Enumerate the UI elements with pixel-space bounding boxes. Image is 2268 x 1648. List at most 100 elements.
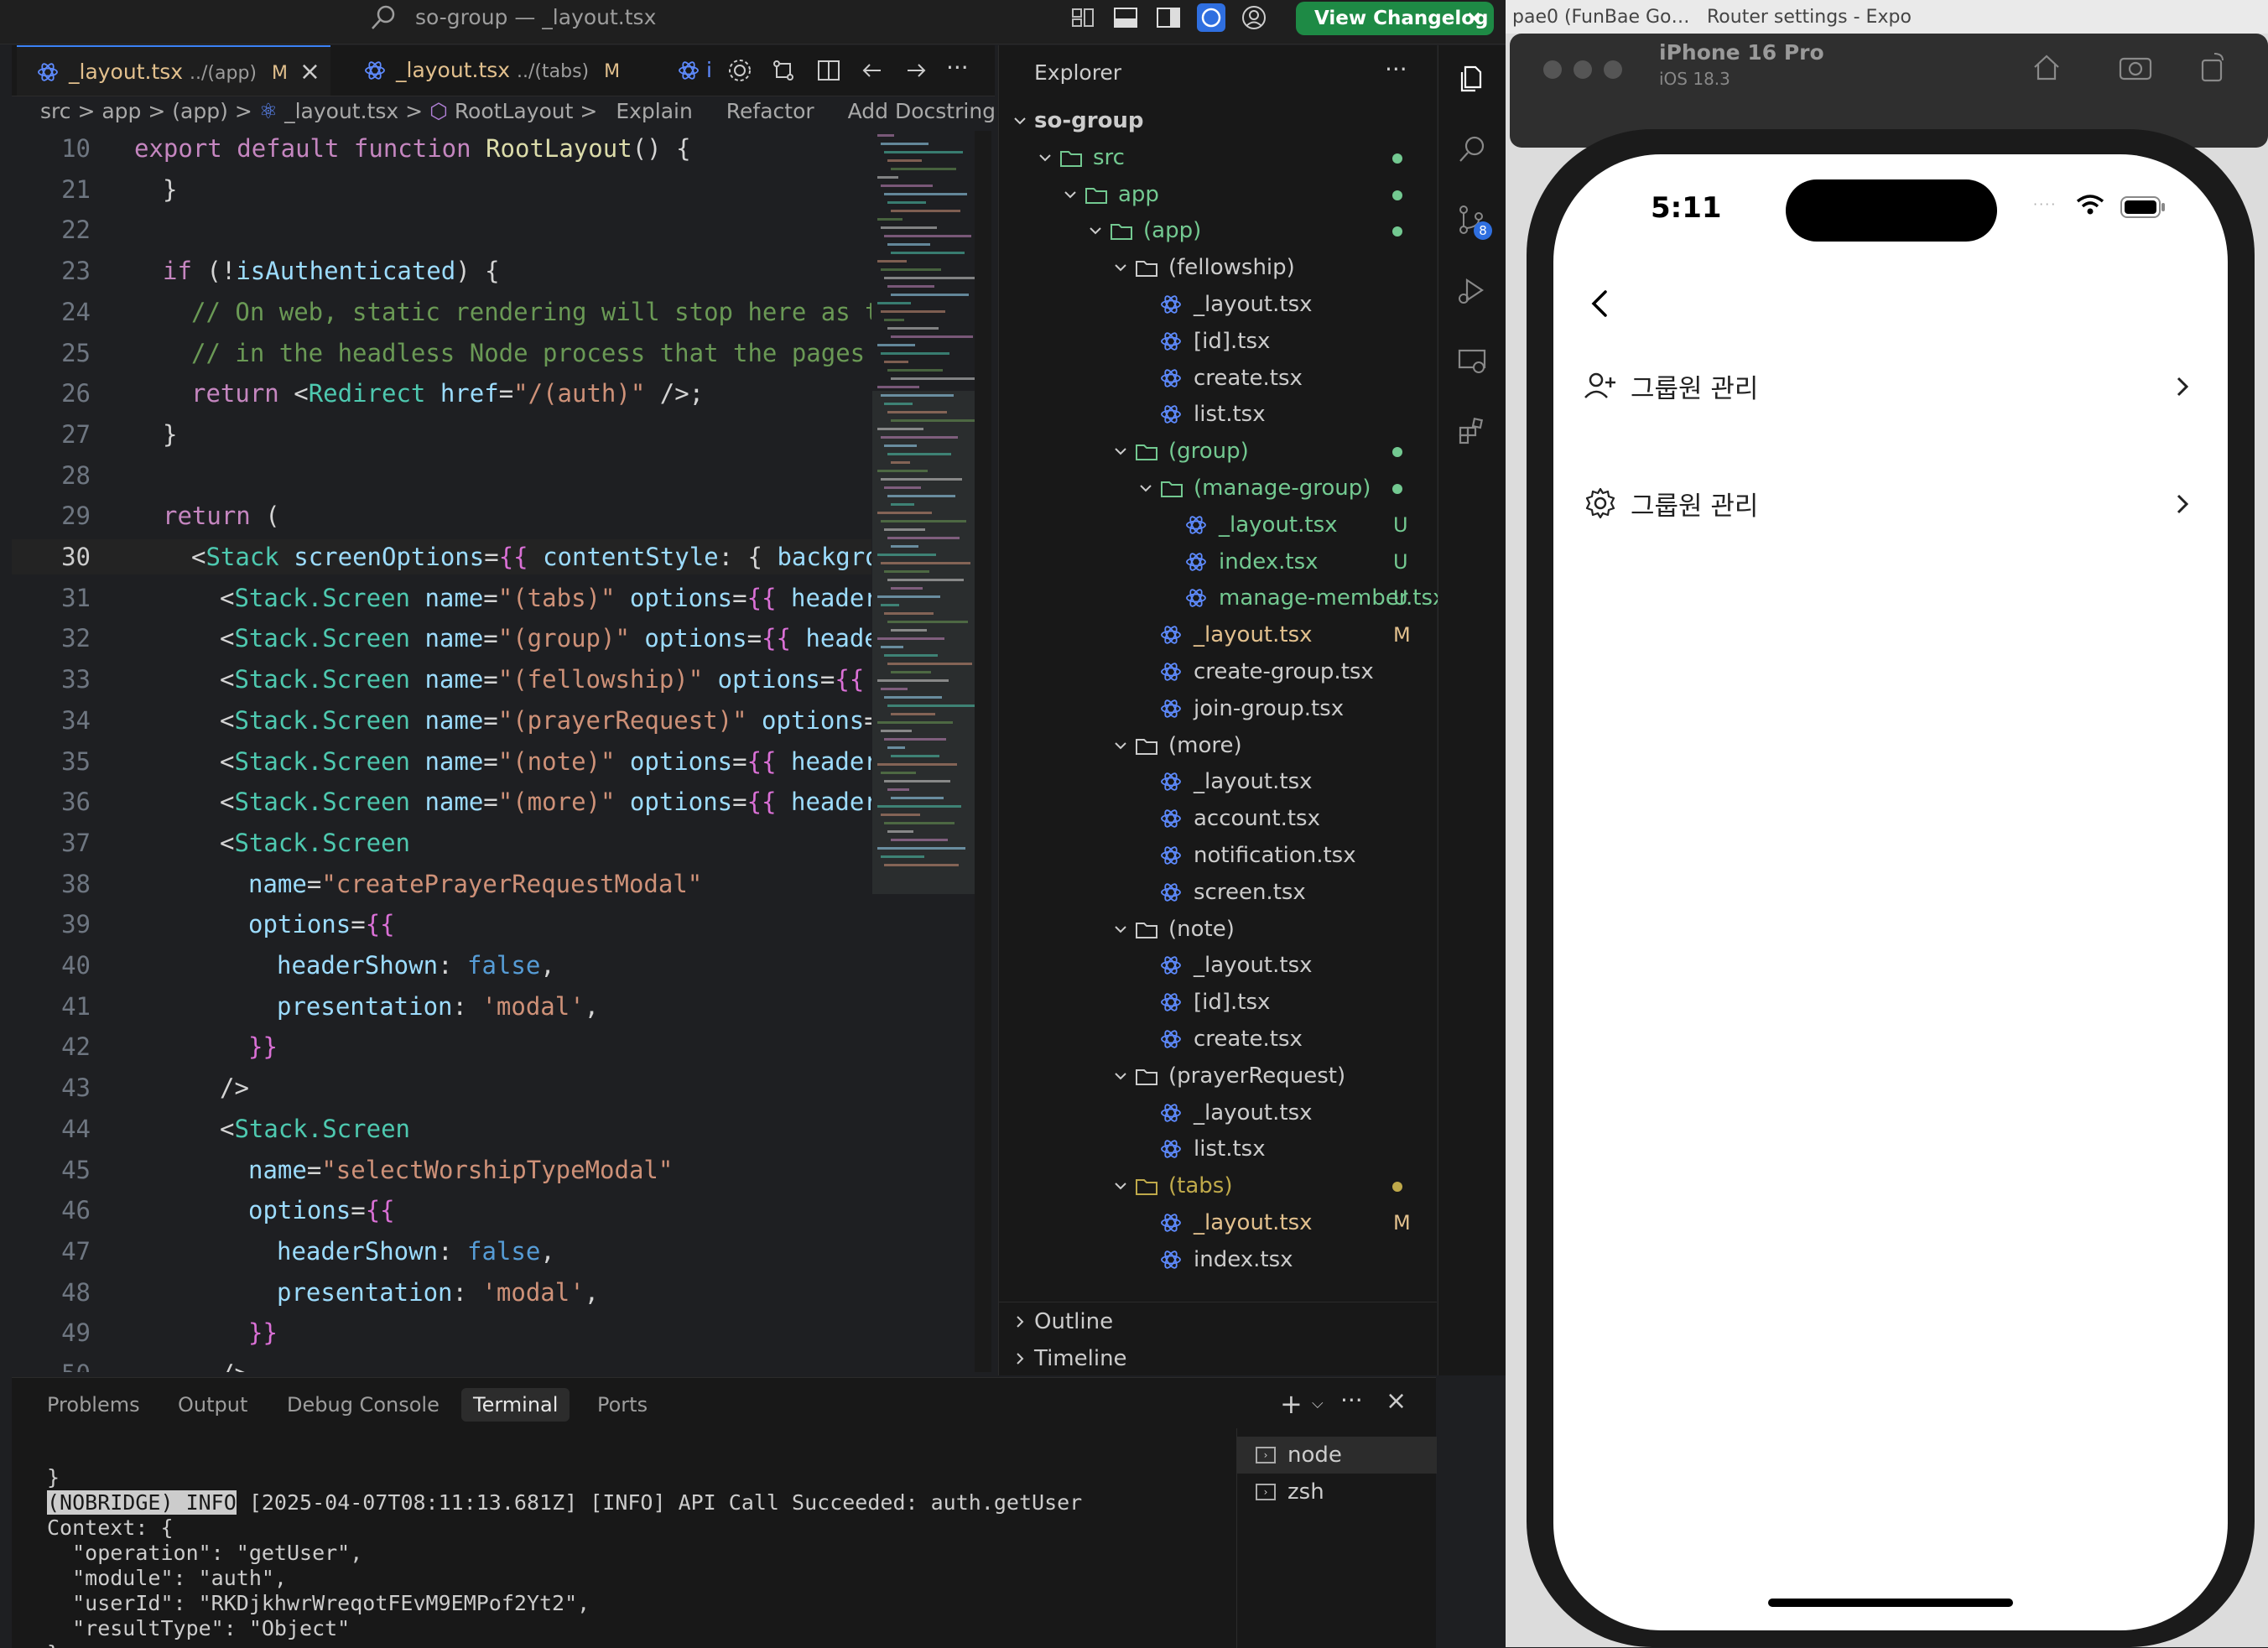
- tree-file[interactable]: screen.tsx: [999, 874, 1437, 911]
- tree-file[interactable]: join-group.tsx: [999, 690, 1437, 727]
- tab-ports[interactable]: Ports: [597, 1393, 648, 1417]
- tree-folder[interactable]: (more): [999, 727, 1437, 764]
- code-line[interactable]: 38 name="createPrayerRequestModal": [12, 866, 871, 902]
- code-line[interactable]: 24 // On web, static rendering will stop …: [12, 294, 871, 330]
- terminal-zsh[interactable]: › zsh: [1237, 1474, 1437, 1510]
- rotate-icon[interactable]: [2196, 50, 2229, 84]
- tree-folder[interactable]: (manage-group): [999, 470, 1437, 507]
- tree-file[interactable]: index.tsx U: [999, 543, 1437, 580]
- tree-file[interactable]: _layout.tsx M: [999, 1204, 1437, 1241]
- code-line[interactable]: 33 <Stack.Screen name="(fellowship)" opti…: [12, 662, 871, 697]
- run-debug-icon[interactable]: [1455, 273, 1489, 307]
- code-line[interactable]: 22: [12, 212, 871, 247]
- code-line[interactable]: 42}}: [12, 1029, 871, 1064]
- minimap[interactable]: [872, 131, 975, 894]
- codelens-explain[interactable]: Explain: [616, 99, 693, 123]
- code-line[interactable]: 31 <Stack.Screen name="(tabs)" options={{…: [12, 580, 871, 616]
- tab-debug-console[interactable]: Debug Console: [287, 1393, 440, 1417]
- code-line[interactable]: 41 presentation: 'modal',: [12, 989, 871, 1024]
- tree-file[interactable]: index.tsx: [999, 1241, 1437, 1278]
- source-control-icon[interactable]: 8: [1455, 203, 1492, 240]
- tree-file[interactable]: notification.tsx: [999, 837, 1437, 874]
- code-line[interactable]: 30 <Stack screenOptions={{ contentStyle: …: [12, 539, 871, 574]
- breadcrumb-item[interactable]: _layout.tsx: [284, 99, 398, 123]
- window-close-button[interactable]: [1543, 60, 1562, 79]
- editor-scrollbar[interactable]: [975, 131, 991, 1372]
- tree-folder[interactable]: (prayerRequest): [999, 1058, 1437, 1094]
- more-actions-icon[interactable]: ···: [946, 54, 969, 81]
- tree-file[interactable]: _layout.tsx: [999, 286, 1437, 323]
- code-line[interactable]: 25 // in the headless Node process that t…: [12, 335, 871, 371]
- code-editor[interactable]: 10 export default function RootLayout() {…: [12, 131, 871, 1372]
- timeline-section[interactable]: Timeline: [999, 1340, 1437, 1377]
- command-center-search[interactable]: so-group — _layout.tsx: [369, 3, 721, 32]
- tree-file[interactable]: _layout.tsx U: [999, 507, 1437, 543]
- tree-folder[interactable]: app: [999, 176, 1437, 213]
- arrow-left-icon[interactable]: [859, 57, 886, 84]
- chevron-down-icon[interactable]: ⌵: [1312, 1395, 1324, 1412]
- list-item-group-settings[interactable]: 그룹원 관리: [1553, 478, 2228, 528]
- toggle-panel-icon[interactable]: [1111, 3, 1140, 32]
- tree-folder[interactable]: so-group: [999, 102, 1437, 139]
- code-line[interactable]: 48 presentation: 'modal',: [12, 1275, 871, 1310]
- code-line[interactable]: 29 return (: [12, 498, 871, 533]
- tree-file[interactable]: create.tsx: [999, 360, 1437, 397]
- browser-tab[interactable]: pae0 (FunBae Go…: [1512, 7, 1690, 28]
- tree-file[interactable]: [id].tsx: [999, 323, 1437, 360]
- code-line[interactable]: 45 name="selectWorshipTypeModal": [12, 1152, 871, 1188]
- code-line[interactable]: 40 headerShown: false,: [12, 948, 871, 983]
- minimap-viewport[interactable]: [872, 391, 975, 894]
- tree-file[interactable]: manage-member.tsx U: [999, 580, 1445, 616]
- window-minimize-button[interactable]: [1574, 60, 1592, 79]
- code-line[interactable]: 47 headerShown: false,: [12, 1234, 871, 1269]
- remote-explorer-icon[interactable]: [1455, 344, 1489, 377]
- terminal-node[interactable]: › node: [1237, 1437, 1437, 1474]
- tree-file[interactable]: list.tsx: [999, 1131, 1437, 1167]
- tree-file[interactable]: _layout.tsx: [999, 947, 1437, 984]
- code-line[interactable]: 46 options={{: [12, 1193, 871, 1228]
- screenshot-icon[interactable]: [2117, 50, 2154, 84]
- arrow-right-icon[interactable]: [903, 57, 929, 84]
- tab-output[interactable]: Output: [178, 1393, 247, 1417]
- tree-folder[interactable]: (app): [999, 212, 1437, 249]
- split-editor-icon[interactable]: [815, 57, 842, 84]
- codelens-refactor[interactable]: Refactor: [726, 99, 814, 123]
- breadcrumb-item[interactable]: app: [101, 99, 141, 123]
- breadcrumb-item[interactable]: src: [40, 99, 71, 123]
- code-line[interactable]: 23 if (!isAuthenticated) {: [12, 253, 871, 289]
- tree-folder[interactable]: (group): [999, 433, 1437, 470]
- code-line[interactable]: 10 export default function RootLayout() {: [12, 131, 871, 166]
- list-item-manage-members[interactable]: 그룹원 관리: [1553, 361, 2228, 411]
- tree-file[interactable]: _layout.tsx: [999, 1094, 1437, 1131]
- tree-file[interactable]: _layout.tsx M: [999, 616, 1437, 653]
- close-panel-icon[interactable]: ×: [1386, 1386, 1407, 1416]
- home-indicator[interactable]: [1768, 1599, 2013, 1607]
- more-actions-icon[interactable]: ···: [1385, 55, 1407, 83]
- code-line[interactable]: 28: [12, 458, 871, 493]
- layout-customize-icon[interactable]: [1069, 3, 1097, 32]
- code-line[interactable]: 21}: [12, 172, 871, 207]
- code-line[interactable]: 43 />: [12, 1070, 871, 1105]
- code-line[interactable]: 32 <Stack.Screen name="(group)" options={…: [12, 621, 871, 656]
- code-line[interactable]: 50 />: [12, 1356, 871, 1372]
- code-line[interactable]: 35 <Stack.Screen name="(note)" options={{…: [12, 744, 871, 779]
- tab-app-layout[interactable]: _layout.tsx ../(app) M ×: [17, 45, 330, 96]
- tree-file[interactable]: account.tsx: [999, 800, 1437, 837]
- tab-terminal[interactable]: Terminal: [461, 1388, 570, 1422]
- outline-section[interactable]: Outline: [999, 1303, 1437, 1340]
- tree-folder[interactable]: (tabs): [999, 1167, 1437, 1204]
- more-actions-icon[interactable]: ···: [1340, 1386, 1363, 1414]
- extensions-icon[interactable]: [1455, 414, 1489, 448]
- back-chevron-icon[interactable]: [1587, 287, 1614, 320]
- code-line[interactable]: 26 return <Redirect href="/(auth)" />;: [12, 376, 871, 411]
- search-icon[interactable]: [1455, 133, 1489, 166]
- close-icon[interactable]: ×: [299, 47, 320, 97]
- tree-folder[interactable]: src: [999, 139, 1437, 176]
- browser-tab[interactable]: Router settings - Expo: [1707, 7, 1912, 28]
- tree-file[interactable]: [id].tsx: [999, 984, 1437, 1021]
- tree-file[interactable]: create.tsx: [999, 1021, 1437, 1058]
- code-line[interactable]: 37 <Stack.Screen: [12, 825, 871, 860]
- toggle-secondary-sidebar-icon[interactable]: [1154, 3, 1183, 32]
- code-line[interactable]: 34 <Stack.Screen name="(prayerRequest)" o…: [12, 703, 871, 738]
- explorer-files-icon[interactable]: [1455, 62, 1489, 96]
